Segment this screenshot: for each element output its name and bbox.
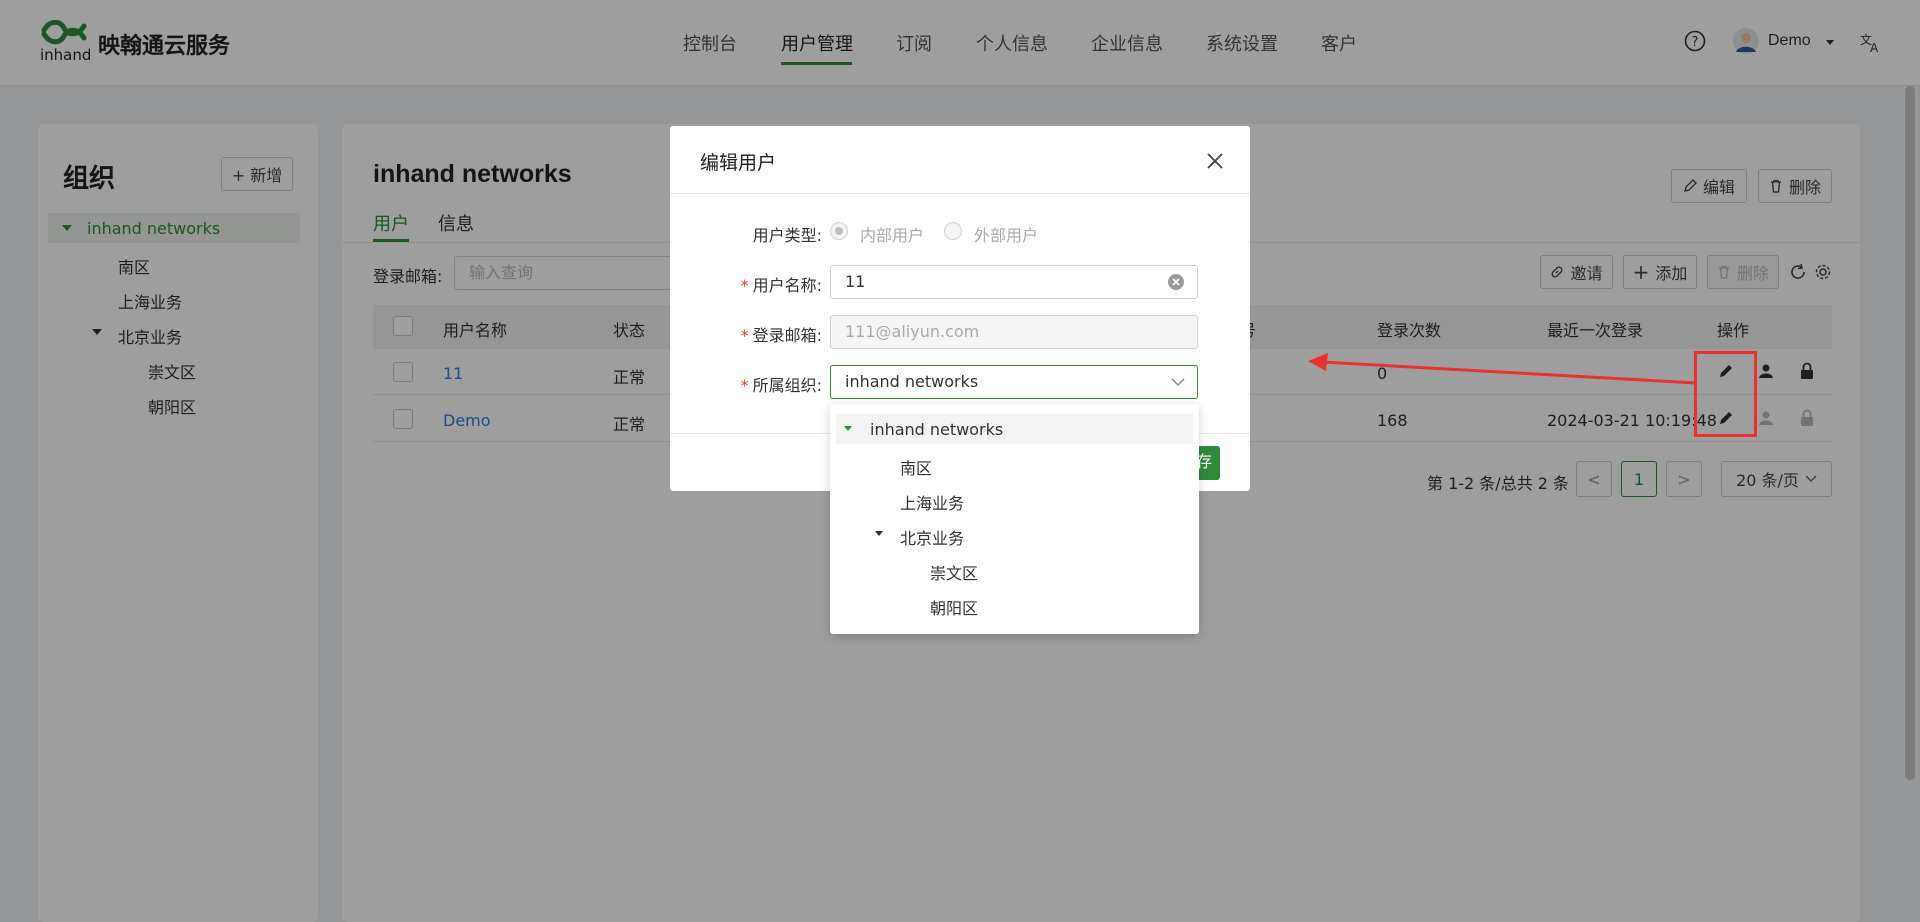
email-label: * 登录邮箱:	[740, 326, 822, 345]
user-name-input[interactable]: 11	[830, 265, 1198, 299]
radio-external-user-label: 外部用户	[974, 226, 1039, 245]
dropdown-item-inhand-networks[interactable]: inhand networks	[870, 420, 1003, 439]
dropdown-item-shanghai[interactable]: 上海业务	[900, 490, 964, 514]
radio-external-user[interactable]	[944, 222, 962, 240]
user-type-label: 用户类型:	[752, 226, 822, 245]
dropdown-item-chongwen[interactable]: 崇文区	[930, 560, 978, 584]
user-name-label: * 用户名称:	[740, 276, 822, 295]
chevron-down-icon[interactable]	[1171, 378, 1185, 387]
annotation-highlight-box	[1694, 351, 1757, 437]
org-select[interactable]: inhand networks	[830, 365, 1198, 399]
radio-internal-user-label: 内部用户	[860, 226, 925, 245]
org-dropdown: inhand networks 南区 上海业务 北京业务 崇文区 朝阳区	[830, 404, 1199, 634]
user-name-label-text: 用户名称:	[752, 276, 822, 295]
email-input: 111@aliyun.com	[830, 315, 1198, 349]
org-label-text: 所属组织:	[752, 376, 822, 395]
clear-icon[interactable]	[1167, 273, 1185, 291]
annotation-arrow	[1308, 353, 1697, 385]
dropdown-item-nanqu[interactable]: 南区	[900, 455, 932, 479]
tree-expand-icon[interactable]	[844, 426, 852, 431]
email-label-text: 登录邮箱:	[752, 326, 822, 345]
dialog-header-divider	[670, 193, 1250, 194]
radio-internal-user[interactable]	[830, 222, 848, 240]
close-icon[interactable]	[1206, 152, 1224, 170]
dropdown-item-beijing[interactable]: 北京业务	[900, 525, 964, 549]
dropdown-item-chaoyang[interactable]: 朝阳区	[930, 595, 978, 619]
dialog-title: 编辑用户	[700, 152, 777, 174]
org-label: * 所属组织:	[740, 376, 822, 395]
tree-expand-icon[interactable]	[875, 531, 883, 536]
